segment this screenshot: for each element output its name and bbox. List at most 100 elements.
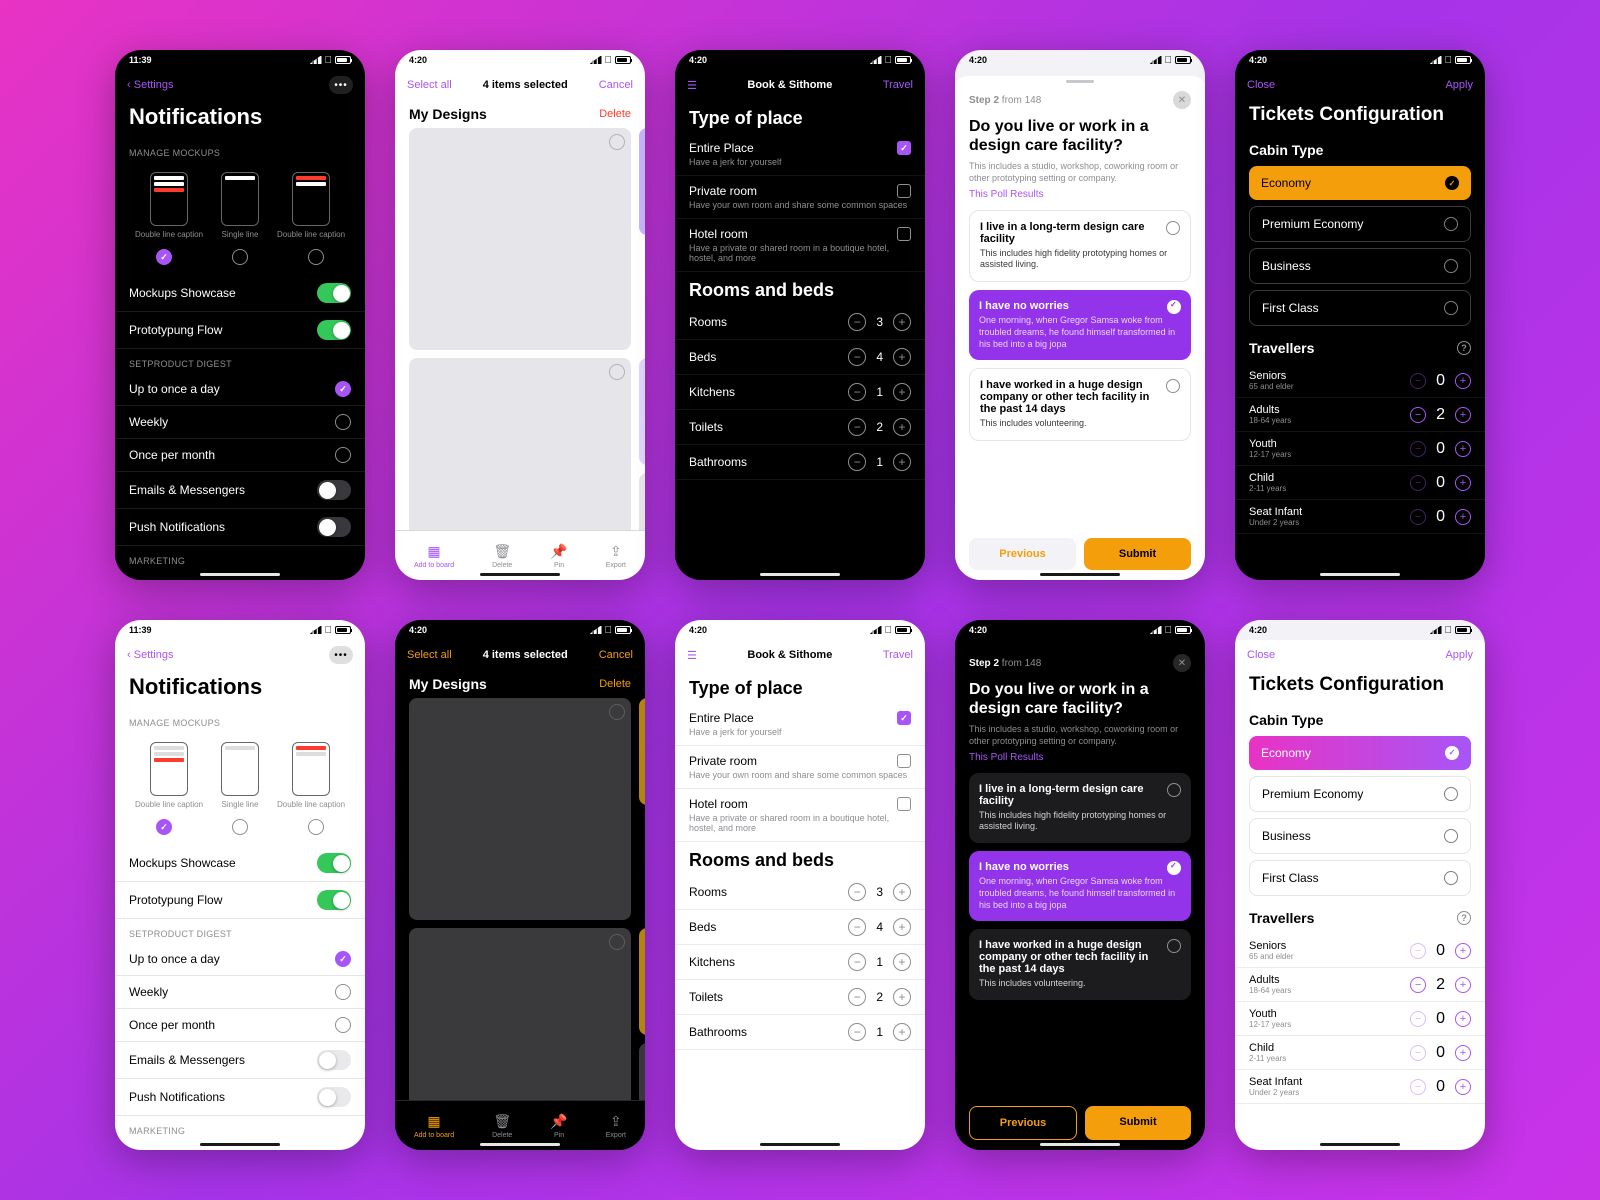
tile[interactable]	[409, 128, 631, 350]
home-indicator[interactable]	[1320, 573, 1400, 576]
delete-button[interactable]: Delete	[599, 108, 631, 120]
cancel-button[interactable]: Cancel	[599, 79, 633, 91]
checkbox-row[interactable]: Private roomHave your own room and share…	[675, 176, 925, 219]
plus-icon[interactable]: +	[1455, 373, 1471, 389]
tab-pin[interactable]: 📌Pin	[550, 543, 567, 569]
export-icon: ⇪	[610, 543, 622, 560]
status-bar: 11:39􀙇	[115, 620, 365, 640]
minus-icon[interactable]: −	[1410, 373, 1426, 389]
phone-tickets-light: 4:20􀙇 CloseApply Tickets Configuration C…	[1235, 620, 1485, 1150]
mockup-option[interactable]: Double line caption	[277, 172, 345, 239]
home-indicator[interactable]	[1320, 1143, 1400, 1146]
phone-filter-dark: 4:20􀙇 ☰Book & SithomeTravel Type of plac…	[675, 50, 925, 580]
status-bar: 4:20􀙇	[395, 50, 645, 70]
cabin-option[interactable]: Premium Economy	[1249, 206, 1471, 242]
radio-row[interactable]: Weekly	[115, 406, 365, 439]
menu-icon[interactable]: ☰	[687, 79, 697, 92]
plus-icon[interactable]: +	[893, 313, 911, 331]
poll-results-link[interactable]: This Poll Results	[955, 189, 1205, 210]
mockup-option[interactable]: Single line	[221, 172, 259, 239]
poll-question: Do you live or work in a design care fac…	[955, 117, 1205, 161]
tile-grid	[395, 698, 645, 1100]
status-bar: 4:20􀙇	[955, 50, 1205, 70]
tile[interactable]	[639, 358, 645, 465]
radio-icon[interactable]	[308, 249, 324, 265]
back-button[interactable]: ‹ Settings	[127, 79, 173, 91]
tab-export[interactable]: ⇪Export	[606, 543, 626, 569]
stepper-row: Beds−4+	[675, 340, 925, 375]
info-icon[interactable]: ?	[1457, 911, 1471, 925]
home-indicator[interactable]	[760, 1143, 840, 1146]
tile-grid	[395, 128, 645, 530]
trash-icon: 🗑	[493, 543, 511, 560]
toggle-row: Mockups Showcase	[115, 275, 365, 312]
toggle-row: Prototypung Flow	[115, 312, 365, 349]
traveller-row: Seat InfantUnder 2 years−0+	[1235, 500, 1485, 534]
phone-poll-dark: 4:20􀙇 Step 2 from 148✕ Do you live or wo…	[955, 620, 1205, 1150]
tab-add[interactable]: ▦Add to board	[414, 543, 454, 569]
delete-button[interactable]: Delete	[599, 678, 631, 690]
poll-option[interactable]: I have no worriesOne morning, when Grego…	[969, 290, 1191, 360]
radio-icon	[335, 381, 351, 397]
apply-button[interactable]: Apply	[1445, 649, 1473, 661]
minus-icon[interactable]: −	[848, 313, 866, 331]
cabin-option[interactable]: First Class	[1249, 290, 1471, 326]
home-indicator[interactable]	[480, 573, 560, 576]
radio-row[interactable]: Up to once a day	[115, 373, 365, 406]
tile[interactable]	[409, 358, 631, 530]
pin-icon: 📌	[550, 543, 567, 560]
back-button[interactable]: ‹ Settings	[127, 649, 173, 661]
status-bar: 11:39􀙇	[115, 50, 365, 70]
previous-button[interactable]: Previous	[969, 1106, 1077, 1140]
home-indicator[interactable]	[1040, 573, 1120, 576]
checkbox-row[interactable]: Hotel roomHave a private or shared room …	[675, 219, 925, 272]
traveller-row: Seniors65 and elder−0+	[1235, 364, 1485, 398]
select-all-button[interactable]: Select all	[407, 79, 452, 91]
tile[interactable]	[639, 473, 645, 530]
select-all-button[interactable]: Select all	[407, 649, 452, 661]
home-indicator[interactable]	[200, 1143, 280, 1146]
phone-poll-light: 4:20􀙇 Step 2 from 148✕ Do you live or wo…	[955, 50, 1205, 580]
previous-button[interactable]: Previous	[969, 538, 1076, 570]
tile[interactable]	[639, 128, 645, 235]
toggle[interactable]	[317, 480, 351, 500]
home-indicator[interactable]	[480, 1143, 560, 1146]
more-icon[interactable]: •••	[329, 646, 353, 664]
home-indicator[interactable]	[200, 573, 280, 576]
toggle[interactable]	[317, 283, 351, 303]
radio-icon[interactable]	[232, 249, 248, 265]
apply-button[interactable]: Apply	[1445, 79, 1473, 91]
submit-button[interactable]: Submit	[1085, 1106, 1191, 1140]
cabin-option[interactable]: Business	[1249, 248, 1471, 284]
home-indicator[interactable]	[1040, 1143, 1120, 1146]
page-title: Tickets Configuration	[1235, 100, 1485, 134]
poll-option[interactable]: I have worked in a huge design company o…	[969, 368, 1191, 441]
close-button[interactable]: Close	[1247, 649, 1275, 661]
toggle[interactable]	[317, 517, 351, 537]
radio-icon[interactable]	[156, 249, 172, 265]
status-bar: 4:20􀙇	[675, 50, 925, 70]
cancel-button[interactable]: Cancel	[599, 649, 633, 661]
tab-delete[interactable]: 🗑Delete	[492, 543, 512, 569]
radio-row[interactable]: Once per month	[115, 439, 365, 472]
nav-bar: ‹ Settings •••	[115, 70, 365, 100]
radio-icon	[335, 414, 351, 430]
checkbox-row[interactable]: Entire PlaceHave a jerk for yourself	[675, 133, 925, 176]
submit-button[interactable]: Submit	[1084, 538, 1191, 570]
close-icon[interactable]: ✕	[1173, 91, 1191, 109]
more-icon[interactable]: •••	[329, 76, 353, 94]
close-icon[interactable]: ✕	[1173, 654, 1191, 672]
selection-count: 4 items selected	[483, 79, 568, 91]
info-icon[interactable]: ?	[1457, 341, 1471, 355]
toggle[interactable]	[317, 320, 351, 340]
close-button[interactable]: Close	[1247, 79, 1275, 91]
status-bar: 4:20􀙇	[1235, 50, 1485, 70]
section-title: Type of place	[675, 100, 925, 133]
poll-option[interactable]: I live in a long-term design care facili…	[969, 210, 1191, 282]
toggle-row: Push Notifications	[115, 509, 365, 546]
mockup-option[interactable]: Double line caption	[135, 172, 203, 239]
menu-icon[interactable]: ☰	[687, 649, 697, 662]
cabin-option[interactable]: Economy	[1249, 166, 1471, 200]
travel-link[interactable]: Travel	[883, 79, 913, 91]
home-indicator[interactable]	[760, 573, 840, 576]
